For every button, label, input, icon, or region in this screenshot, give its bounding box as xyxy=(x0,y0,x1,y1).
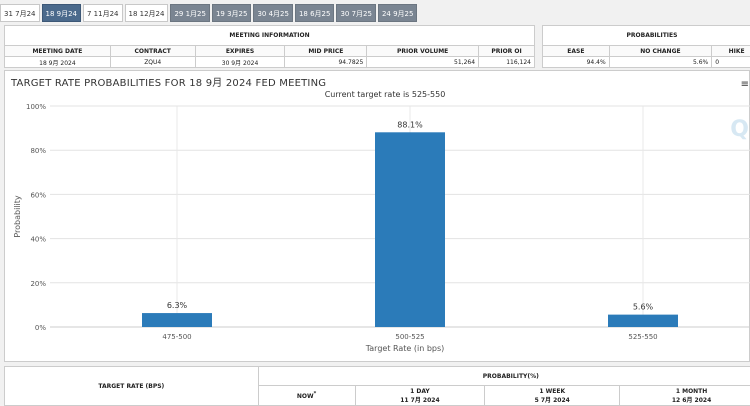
column-date: 5 7月 2024 xyxy=(485,395,619,404)
target-rate-chart-panel: TARGET RATE PROBABILITIES FOR 18 9月 2024… xyxy=(4,70,750,362)
contract-value: ZQU4 xyxy=(110,57,195,68)
bar-data-label: 88.1% xyxy=(397,120,423,129)
expires-header: EXPIRES xyxy=(195,46,285,57)
bar xyxy=(142,313,212,327)
y-tick-label: 40% xyxy=(30,236,46,244)
date-tab[interactable]: 29 1月25 xyxy=(170,4,210,22)
meeting-date-header: MEETING DATE xyxy=(5,46,111,57)
probability-column-header: 1 WEEK5 7月 2024 xyxy=(485,386,620,406)
meeting-information-title: MEETING INFORMATION xyxy=(5,26,535,46)
column-date: 12 6月 2024 xyxy=(620,395,750,404)
bar-data-label: 6.3% xyxy=(167,301,188,310)
probability-header: PROBABILITY(%) xyxy=(258,367,750,386)
ease-value: 94.4% xyxy=(543,57,610,68)
column-label: 1 MONTH xyxy=(620,388,750,395)
date-tab[interactable]: 18 6月25 xyxy=(295,4,335,22)
y-tick-label: 20% xyxy=(30,280,46,288)
date-tab[interactable]: 30 7月25 xyxy=(336,4,376,22)
mid-price-value: 94.7825 xyxy=(285,57,367,68)
probability-history-table: TARGET RATE (BPS) PROBABILITY(%) NOW*1 D… xyxy=(4,366,750,406)
meeting-date-tabs: 31 7月2418 9月247 11月2418 12月2429 1月2519 3… xyxy=(0,4,417,22)
probabilities-title: PROBABILITIES xyxy=(543,26,750,46)
y-tick-label: 60% xyxy=(30,191,46,199)
mid-price-header: MID PRICE xyxy=(285,46,367,57)
ease-header: EASE xyxy=(543,46,610,57)
prior-oi-value: 116,124 xyxy=(479,57,535,68)
date-tab[interactable]: 30 4月25 xyxy=(253,4,293,22)
x-axis-title: Target Rate (in bps) xyxy=(365,344,445,353)
x-tick-label: 525-550 xyxy=(628,333,657,341)
target-rate-header: TARGET RATE (BPS) xyxy=(5,367,259,406)
probability-history-table-wrap: TARGET RATE (BPS) PROBABILITY(%) NOW*1 D… xyxy=(4,366,750,405)
y-tick-label: 100% xyxy=(26,103,46,111)
date-tab[interactable]: 19 3月25 xyxy=(212,4,252,22)
meeting-date-value: 18 9月 2024 xyxy=(5,57,111,68)
date-tab[interactable]: 18 12月24 xyxy=(125,4,169,22)
date-tab[interactable]: 31 7月24 xyxy=(0,4,40,22)
column-footnote-mark: * xyxy=(314,391,317,397)
column-label: 1 WEEK xyxy=(485,388,619,395)
column-label: 1 DAY xyxy=(356,388,485,395)
prior-volume-header: PRIOR VOLUME xyxy=(367,46,479,57)
prior-volume-value: 51,264 xyxy=(367,57,479,68)
date-tab[interactable]: 18 9月24 xyxy=(42,4,82,22)
probabilities-table: PROBABILITIES EASE NO CHANGE HIKE 94.4% … xyxy=(542,25,750,68)
date-tab[interactable]: 24 9月25 xyxy=(378,4,418,22)
date-tab[interactable]: 7 11月24 xyxy=(83,4,123,22)
no-change-value: 5.6% xyxy=(609,57,712,68)
x-tick-label: 475-500 xyxy=(162,333,191,341)
expires-value: 30 9月 2024 xyxy=(195,57,285,68)
meeting-information-table: MEETING INFORMATION MEETING DATE CONTRAC… xyxy=(4,25,535,68)
probability-column-header: 1 DAY11 7月 2024 xyxy=(355,386,485,406)
bar xyxy=(375,132,445,327)
bar-chart: 0% 20% 40% 60% 80% 100% 6.3% 475-500 88.1% 500-52… xyxy=(5,71,750,363)
y-axis-title: Probability xyxy=(13,195,22,238)
bar-data-label: 5.6% xyxy=(633,303,654,312)
prior-oi-header: PRIOR OI xyxy=(479,46,535,57)
no-change-header: NO CHANGE xyxy=(609,46,712,57)
y-tick-label: 80% xyxy=(30,147,46,155)
column-label: NOW xyxy=(297,393,314,400)
hike-value: 0 xyxy=(712,57,750,68)
y-tick-label: 0% xyxy=(35,324,46,332)
probability-column-header: NOW* xyxy=(258,386,355,406)
hike-header: HIKE xyxy=(712,46,750,57)
bar xyxy=(608,315,678,327)
x-tick-label: 500-525 xyxy=(395,333,424,341)
contract-header: CONTRACT xyxy=(110,46,195,57)
column-date: 11 7月 2024 xyxy=(356,395,485,404)
info-tables: MEETING INFORMATION MEETING DATE CONTRAC… xyxy=(4,25,750,69)
probability-column-header: 1 MONTH12 6月 2024 xyxy=(620,386,750,406)
